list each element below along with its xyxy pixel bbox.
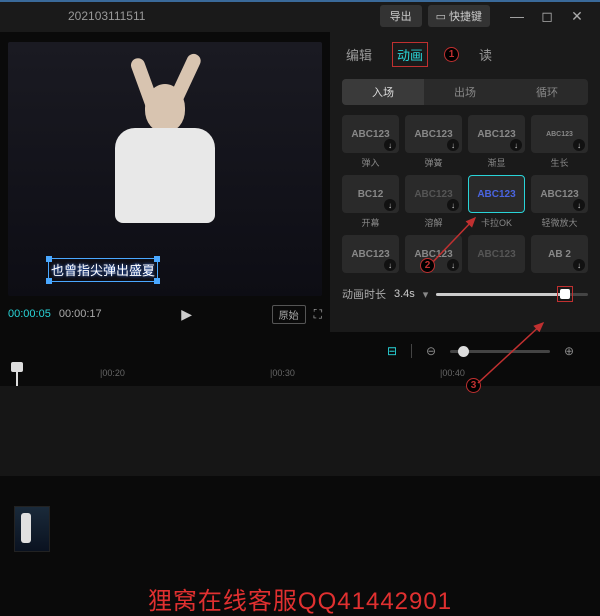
callout-2: 2	[420, 258, 435, 273]
timeline-tools: ⊟ ⊖ ⊕	[0, 336, 600, 366]
anim-label: 弹入	[342, 156, 399, 169]
anim-item[interactable]: ABC123↓ 弹入	[342, 115, 399, 169]
keyboard-icon: ▭	[436, 10, 446, 23]
zoom-out-button[interactable]: ⊖	[422, 342, 440, 360]
duration-slider[interactable]	[436, 293, 588, 296]
preview-viewport[interactable]: 也曾指尖弹出盛夏	[8, 42, 322, 296]
minimize-button[interactable]: —	[502, 8, 532, 24]
anim-thumb[interactable]: ABC123↓	[405, 175, 462, 213]
time-current: 00:00:05	[8, 308, 51, 320]
timeline-body[interactable]: 3	[0, 386, 600, 476]
close-button[interactable]: ✕	[562, 8, 592, 25]
anim-thumb[interactable]: ABC123	[468, 175, 525, 213]
titlebar: 202103111511 导出 ▭ 快捷键 — ◻ ✕	[0, 0, 600, 32]
maximize-button[interactable]: ◻	[532, 8, 562, 25]
download-icon[interactable]: ↓	[573, 139, 585, 151]
timeline-ruler[interactable]: |00:20 |00:30 |00:40	[0, 366, 600, 386]
anim-label: 弹簧	[405, 156, 462, 169]
export-button[interactable]: 导出	[380, 5, 422, 27]
anim-label: 渐显	[468, 156, 525, 169]
subtitle-text-box[interactable]: 也曾指尖弹出盛夏	[48, 258, 158, 282]
callout-3: 3	[466, 378, 481, 393]
anim-item[interactable]: ABC123↓ 弹簧	[405, 115, 462, 169]
download-icon[interactable]: ↓	[573, 199, 585, 211]
anim-thumb[interactable]: ABC123↓	[405, 115, 462, 153]
download-icon[interactable]: ↓	[573, 259, 585, 271]
zoom-in-button[interactable]: ⊕	[560, 342, 578, 360]
anim-item[interactable]: ABC123	[468, 235, 525, 276]
download-icon[interactable]: ↓	[384, 259, 396, 271]
download-icon[interactable]: ↓	[510, 139, 522, 151]
subtab-in[interactable]: 入场	[342, 79, 424, 105]
original-button[interactable]: 原始	[272, 305, 306, 324]
anim-label: 溶解	[405, 216, 462, 229]
time-total: 00:00:17	[59, 308, 102, 320]
zoom-slider[interactable]	[450, 350, 550, 353]
anim-item[interactable]: ABC123 卡拉OK	[468, 175, 525, 229]
anim-thumb[interactable]: ABC123↓	[468, 115, 525, 153]
anim-label: 开幕	[342, 216, 399, 229]
anim-thumb[interactable]: BC12↓	[342, 175, 399, 213]
ruler-tick: |00:40	[440, 368, 465, 378]
project-title: 202103111511	[68, 9, 145, 23]
preview-area: 也曾指尖弹出盛夏 00:00:05 00:00:17 ▶ 原始 ⛶	[0, 32, 330, 332]
preview-controls: 00:00:05 00:00:17 ▶ 原始 ⛶	[8, 302, 322, 326]
anim-item[interactable]: ABC123↓	[342, 235, 399, 276]
anim-label: 生长	[531, 156, 588, 169]
anim-item[interactable]: ABC123↓ 生长	[531, 115, 588, 169]
callout-1: 1	[444, 47, 459, 62]
play-button[interactable]: ▶	[181, 306, 192, 323]
shortcut-button[interactable]: ▭ 快捷键	[428, 5, 490, 27]
download-icon[interactable]: ↓	[447, 139, 459, 151]
download-icon[interactable]: ↓	[447, 259, 459, 271]
anim-item[interactable]: ABC123↓ 溶解	[405, 175, 462, 229]
subtab-loop[interactable]: 循环	[506, 79, 588, 105]
animation-grid: ABC123↓弹入ABC123↓弹簧ABC123↓渐显ABC123↓生长BC12…	[342, 115, 588, 276]
dropdown-icon[interactable]: ▾	[423, 288, 429, 301]
duration-label: 动画时长	[342, 286, 386, 302]
anim-item[interactable]: BC12↓ 开幕	[342, 175, 399, 229]
ruler-tick: |00:30	[270, 368, 295, 378]
ruler-tick: |00:20	[100, 368, 125, 378]
tab-read[interactable]: 读	[475, 43, 496, 66]
anim-thumb[interactable]: ABC123↓	[531, 175, 588, 213]
tab-edit[interactable]: 编辑	[342, 43, 376, 66]
anim-thumb[interactable]: ABC123	[468, 235, 525, 273]
anim-thumb[interactable]: ABC123↓	[342, 235, 399, 273]
anim-label: 轻微放大	[531, 216, 588, 229]
bottom-area: 狸窝在线客服QQ41442901	[0, 476, 600, 616]
fullscreen-button[interactable]: ⛶	[314, 307, 322, 322]
video-frame-placeholder	[90, 62, 240, 232]
duration-value: 3.4s	[394, 288, 415, 300]
anim-thumb[interactable]: ABC123↓	[531, 115, 588, 153]
download-icon[interactable]: ↓	[384, 199, 396, 211]
anim-item[interactable]: AB 2↓	[531, 235, 588, 276]
anim-thumb[interactable]: AB 2↓	[531, 235, 588, 273]
tab-animation[interactable]: 动画	[392, 42, 428, 67]
anim-thumb[interactable]: ABC123↓	[342, 115, 399, 153]
split-tool[interactable]: ⊟	[383, 342, 401, 360]
download-icon[interactable]: ↓	[384, 139, 396, 151]
anim-item[interactable]: ABC123↓ 轻微放大	[531, 175, 588, 229]
subtab-out[interactable]: 出场	[424, 79, 506, 105]
clip-thumbnail[interactable]	[14, 506, 50, 552]
anim-item[interactable]: ABC123↓ 渐显	[468, 115, 525, 169]
anim-label: 卡拉OK	[468, 216, 525, 229]
animation-panel: 编辑 动画 1 读 入场 出场 循环 ABC123↓弹入ABC123↓弹簧ABC…	[330, 32, 600, 332]
download-icon[interactable]: ↓	[447, 199, 459, 211]
